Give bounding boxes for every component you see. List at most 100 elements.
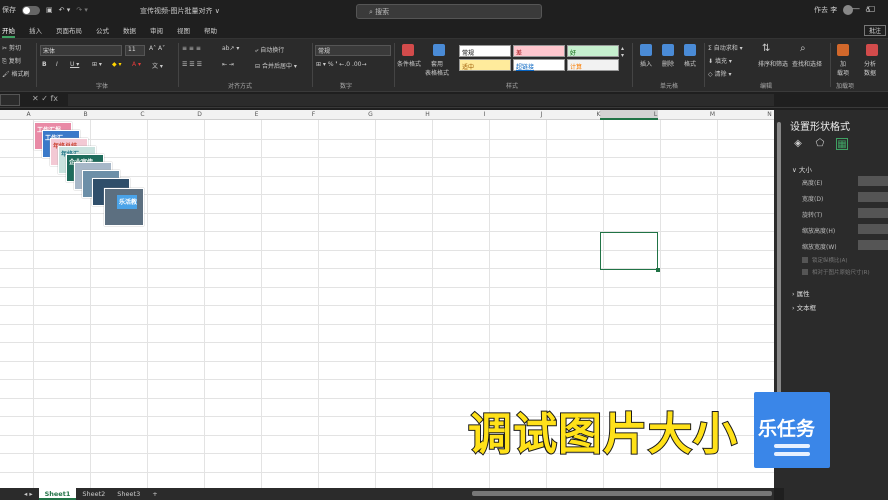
- selected-cell[interactable]: [600, 232, 660, 272]
- number-format-select[interactable]: 常规: [315, 45, 391, 56]
- indent-icon[interactable]: ⇤ ⇥: [222, 61, 234, 68]
- autosave-toggle[interactable]: [22, 5, 40, 15]
- align-left-icon[interactable]: ☰ ☰ ☰: [182, 61, 202, 68]
- sort-filter-icon[interactable]: ⇅: [762, 43, 770, 54]
- fill-color-icon[interactable]: ◆ ▾: [112, 61, 122, 68]
- column-header-I[interactable]: I: [456, 111, 513, 118]
- column-header-A[interactable]: A: [0, 111, 57, 118]
- rotation-input[interactable]: [858, 208, 888, 218]
- properties-section-header[interactable]: › 属性: [792, 288, 810, 298]
- autosum-button[interactable]: Σ 自动求和 ▾: [708, 43, 743, 52]
- font-color-icon[interactable]: A ▾: [132, 61, 141, 68]
- column-header-F[interactable]: F: [285, 111, 342, 118]
- analyze-data-button[interactable]: 分析 数据: [864, 59, 876, 77]
- column-header-G[interactable]: G: [342, 111, 399, 118]
- style-hyperlink[interactable]: 超链接: [513, 59, 565, 71]
- conditional-format-button[interactable]: 条件格式: [397, 59, 421, 68]
- redo-icon[interactable]: ↷ ▾: [76, 6, 88, 14]
- textbox-section-header[interactable]: › 文本框: [792, 302, 816, 312]
- horizontal-scrollbar[interactable]: [472, 491, 772, 496]
- delete-cells-button[interactable]: 删除: [662, 59, 674, 68]
- tab-help[interactable]: 帮助: [204, 22, 217, 38]
- underline-button[interactable]: U ▾: [70, 61, 79, 68]
- size-section-header[interactable]: ∨ 大小: [792, 164, 812, 174]
- font-name-select[interactable]: 宋体: [40, 45, 122, 56]
- undo-icon[interactable]: ↶ ▾: [59, 6, 71, 14]
- style-good[interactable]: 好: [567, 45, 619, 57]
- minimize-icon[interactable]: —: [852, 4, 860, 13]
- tab-data[interactable]: 数据: [123, 22, 136, 38]
- font-grow-icon[interactable]: A˄ A˅: [149, 45, 165, 52]
- column-header-N[interactable]: N: [741, 111, 774, 118]
- relative-size-checkbox[interactable]: 相对于图片原始尺寸(R): [802, 268, 870, 276]
- find-select-button[interactable]: 查找和选择: [792, 59, 822, 68]
- format-cells-icon[interactable]: [684, 44, 696, 56]
- scale-height-input[interactable]: [858, 224, 888, 234]
- style-normal[interactable]: 常规: [459, 45, 511, 57]
- comment-button[interactable]: 批注: [864, 25, 886, 36]
- sheet-tab-2[interactable]: Sheet2: [76, 488, 111, 500]
- document-title[interactable]: 宣传视频-图片批量对齐 ∨: [140, 6, 220, 16]
- search-input[interactable]: ⌕ 搜索: [356, 4, 542, 19]
- italic-button[interactable]: I: [56, 61, 58, 68]
- column-header-K[interactable]: K: [570, 111, 627, 118]
- save-icon[interactable]: ▣: [46, 6, 53, 14]
- insert-cells-button[interactable]: 插入: [640, 59, 652, 68]
- conditional-format-icon[interactable]: [402, 44, 414, 56]
- format-as-table-button[interactable]: 套用 表格格式: [425, 59, 449, 77]
- sheet-tab-1[interactable]: Sheet1: [38, 488, 77, 500]
- tab-view[interactable]: 视图: [177, 22, 190, 38]
- styles-scroll-icon[interactable]: ▴ ▾: [621, 45, 624, 59]
- insert-cells-icon[interactable]: [640, 44, 652, 56]
- maximize-icon[interactable]: ▢: [868, 4, 876, 13]
- height-input[interactable]: [858, 176, 888, 186]
- accounting-icon[interactable]: ⊞ ▾ % ❜ ←.0 .00→: [316, 61, 367, 68]
- cut-button[interactable]: ✂ 剪切: [2, 43, 21, 52]
- style-neutral[interactable]: 适中: [459, 59, 511, 71]
- column-header-J[interactable]: J: [513, 111, 570, 118]
- sheet-nav-icon[interactable]: ◂ ▸: [18, 488, 39, 500]
- format-cells-button[interactable]: 格式: [684, 59, 696, 68]
- tab-page-layout[interactable]: 页面布局: [56, 22, 82, 38]
- width-input[interactable]: [858, 192, 888, 202]
- align-top-icon[interactable]: ≡ ≡ ≡: [182, 45, 201, 52]
- column-header-C[interactable]: C: [114, 111, 171, 118]
- analyze-data-icon[interactable]: [866, 44, 878, 56]
- size-properties-icon[interactable]: ▦: [836, 138, 848, 150]
- bold-button[interactable]: B: [42, 61, 47, 68]
- style-bad[interactable]: 差: [513, 45, 565, 57]
- tab-home[interactable]: 开始: [2, 22, 15, 38]
- name-box[interactable]: [0, 94, 20, 106]
- formula-input[interactable]: [68, 94, 774, 106]
- style-calculation[interactable]: 计算: [567, 59, 619, 71]
- column-header-L[interactable]: L: [627, 111, 684, 118]
- clear-button[interactable]: ◇ 清除 ▾: [708, 69, 731, 78]
- column-header-H[interactable]: H: [399, 111, 456, 118]
- column-header-B[interactable]: B: [57, 111, 114, 118]
- column-header-D[interactable]: D: [171, 111, 228, 118]
- tab-insert[interactable]: 插入: [29, 22, 42, 38]
- tab-review[interactable]: 审阅: [150, 22, 163, 38]
- delete-cells-icon[interactable]: [662, 44, 674, 56]
- picture-thumbnail[interactable]: 乐活教: [104, 188, 144, 226]
- phonetic-icon[interactable]: 文 ▾: [152, 61, 163, 70]
- find-select-icon[interactable]: ⌕: [800, 43, 806, 54]
- border-icon[interactable]: ⊞ ▾: [92, 61, 102, 68]
- merge-center-button[interactable]: ⊟ 合并后居中 ▾: [255, 61, 297, 70]
- fill-button[interactable]: ⬇ 填充 ▾: [708, 56, 732, 65]
- tab-formulas[interactable]: 公式: [96, 22, 109, 38]
- wrap-text-button[interactable]: ⤶ 自动换行: [255, 45, 284, 55]
- lock-aspect-checkbox[interactable]: 锁定纵横比(A): [802, 256, 848, 264]
- addins-icon[interactable]: [837, 44, 849, 56]
- column-header-E[interactable]: E: [228, 111, 285, 118]
- font-size-select[interactable]: 11: [125, 45, 145, 56]
- scale-width-input[interactable]: [858, 240, 888, 250]
- fx-icon[interactable]: ✕ ✓ fx: [32, 94, 58, 103]
- column-header-M[interactable]: M: [684, 111, 741, 118]
- sheet-tab-3[interactable]: Sheet3: [111, 488, 146, 500]
- copy-button[interactable]: ⎘ 复制: [2, 56, 21, 66]
- add-sheet-icon[interactable]: +: [146, 488, 163, 500]
- format-painter-button[interactable]: 🖌 格式刷: [2, 69, 30, 78]
- orientation-icon[interactable]: ab↗ ▾: [222, 45, 239, 52]
- effects-icon[interactable]: ⬠: [814, 138, 826, 150]
